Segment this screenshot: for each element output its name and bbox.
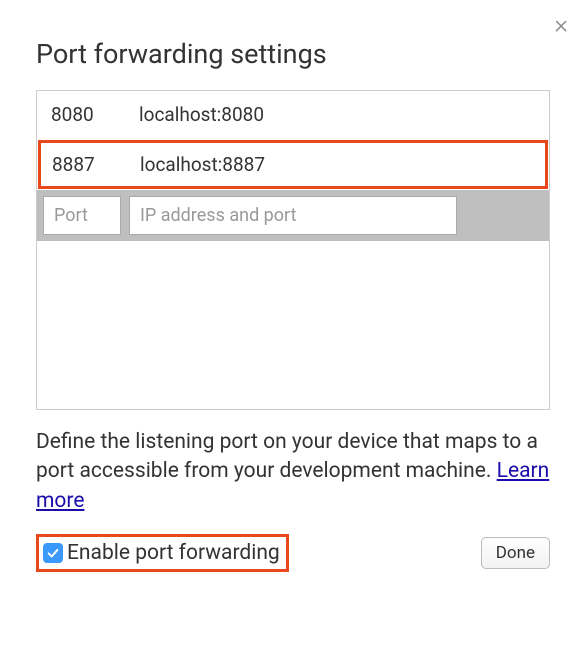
checkbox-label: Enable port forwarding [67, 541, 280, 565]
port-list: 8080 localhost:8080 8887 localhost:8887 [36, 90, 550, 410]
port-input[interactable] [43, 196, 121, 235]
done-button[interactable]: Done [481, 537, 550, 569]
port-row[interactable]: 8887 localhost:8887 [38, 140, 548, 189]
port-row[interactable]: 8080 localhost:8080 [37, 91, 549, 138]
dialog-footer: Enable port forwarding Done [36, 534, 550, 572]
port-value: 8887 [52, 153, 140, 176]
dialog-title: Port forwarding settings [36, 38, 550, 70]
dialog-description: Define the listening port on your device… [36, 428, 550, 516]
address-value: localhost:8080 [139, 103, 535, 126]
description-text: Define the listening port on your device… [36, 430, 538, 483]
port-input-row [37, 190, 549, 241]
address-input[interactable] [129, 196, 457, 235]
port-value: 8080 [51, 103, 139, 126]
address-value: localhost:8887 [140, 153, 534, 176]
port-forwarding-dialog: × Port forwarding settings 8080 localhos… [0, 0, 586, 604]
checkbox-icon [43, 543, 63, 563]
enable-port-forwarding-checkbox[interactable]: Enable port forwarding [36, 534, 289, 572]
close-icon[interactable]: × [554, 12, 568, 38]
